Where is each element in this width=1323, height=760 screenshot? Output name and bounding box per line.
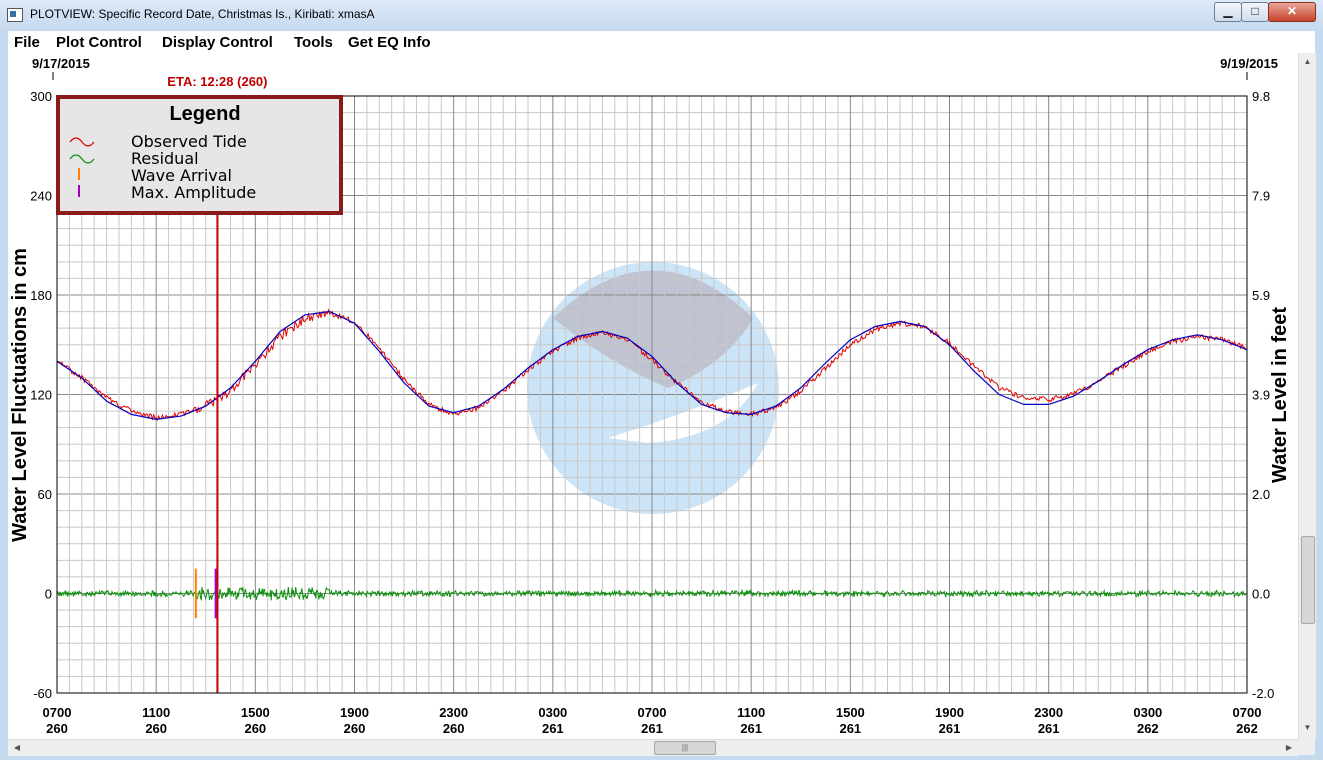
- y-tick-label-left: 0: [45, 587, 52, 602]
- x-tick-time-label: 2300: [1034, 705, 1063, 720]
- y-tick-label-left: 180: [30, 288, 52, 303]
- x-tick-time-label: 1500: [241, 705, 270, 720]
- x-tick-day-label: 261: [1038, 721, 1060, 736]
- menu-display-control[interactable]: Display Control: [162, 34, 273, 51]
- app-icon[interactable]: [7, 8, 23, 22]
- x-tick-day-label: 260: [244, 721, 266, 736]
- vertical-scrollbar[interactable]: ▲ ▼: [1298, 53, 1316, 739]
- y-tick-label-right: 7.9: [1252, 189, 1270, 204]
- minimize-button[interactable]: ▁: [1214, 2, 1242, 22]
- menu-plot-control[interactable]: Plot Control: [56, 34, 142, 51]
- y-tick-label-left: 120: [30, 388, 52, 403]
- x-tick-time-label: 1900: [935, 705, 964, 720]
- menu-get-eq-info[interactable]: Get EQ Info: [348, 34, 431, 51]
- size-grip[interactable]: [1298, 739, 1315, 755]
- x-tick-time-label: 0700: [43, 705, 72, 720]
- x-tick-day-label: 262: [1137, 721, 1159, 736]
- legend-label-max-amplitude: Max. Amplitude: [131, 183, 256, 202]
- x-tick-day-label: 260: [46, 721, 68, 736]
- x-tick-day-label: 261: [740, 721, 762, 736]
- x-tick-time-label: 1100: [142, 705, 170, 720]
- x-tick-day-label: 262: [1236, 721, 1258, 736]
- x-tick-time-label: 0700: [1233, 705, 1262, 720]
- x-tick-time-label: 0300: [1133, 705, 1162, 720]
- menu-bar: File Plot Control Display Control Tools …: [8, 31, 1315, 54]
- legend: Legend Observed Tide Residual Wave Arriv…: [58, 97, 341, 213]
- y-axis-label-right: Water Level in feet: [1269, 307, 1291, 483]
- horizontal-scrollbar[interactable]: ◀ ||| ▶: [8, 739, 1298, 756]
- x-tick-day-label: 261: [839, 721, 861, 736]
- maximize-button[interactable]: □: [1241, 2, 1269, 22]
- x-tick-time-label: 2300: [439, 705, 468, 720]
- x-tick-day-label: 261: [939, 721, 961, 736]
- x-tick-time-label: 1100: [737, 705, 765, 720]
- y-tick-label-left: -60: [33, 686, 52, 701]
- end-date-label: 9/19/2015: [1220, 56, 1278, 71]
- horizontal-scroll-thumb[interactable]: |||: [654, 741, 716, 755]
- scroll-down-arrow-icon[interactable]: ▼: [1299, 721, 1316, 735]
- legend-title: Legend: [169, 103, 240, 125]
- y-tick-label-left: 240: [30, 189, 52, 204]
- x-tick-day-label: 260: [443, 721, 465, 736]
- menu-file[interactable]: File: [14, 34, 40, 51]
- y-tick-label-right: 3.9: [1252, 388, 1270, 403]
- y-tick-label-right: 5.9: [1252, 288, 1270, 303]
- vertical-scroll-thumb[interactable]: [1301, 536, 1315, 624]
- x-tick-time-label: 1900: [340, 705, 369, 720]
- window-frame-left: [0, 31, 8, 760]
- x-tick-day-label: 260: [145, 721, 167, 736]
- x-tick-day-label: 261: [641, 721, 663, 736]
- start-date-label: 9/17/2015: [32, 56, 90, 71]
- eta-label: ETA: 12:28 (260): [167, 74, 267, 89]
- x-tick-time-label: 0700: [638, 705, 667, 720]
- y-tick-label-right: 0.0: [1252, 587, 1270, 602]
- x-tick-time-label: 0300: [538, 705, 567, 720]
- y-axis-label-left: Water Level Fluctuations in cm: [9, 248, 31, 542]
- window-title: PLOTVIEW: Specific Record Date, Christma…: [30, 7, 375, 21]
- tide-chart: 300 9.8 240 7.9 180 5.9 120 3.9 60 2.0 0 0.0 -60 -2.0…: [8, 53, 1298, 739]
- x-tick-day-label: 261: [542, 721, 564, 736]
- y-tick-label-right: -2.0: [1252, 686, 1274, 701]
- y-tick-label-left: 300: [30, 89, 52, 104]
- scroll-right-arrow-icon[interactable]: ▶: [1282, 740, 1296, 756]
- scroll-left-arrow-icon[interactable]: ◀: [10, 740, 24, 756]
- title-bar: PLOTVIEW: Specific Record Date, Christma…: [0, 0, 1323, 32]
- x-tick-time-label: 1500: [836, 705, 865, 720]
- y-tick-label-left: 60: [38, 487, 52, 502]
- menu-tools[interactable]: Tools: [294, 34, 333, 51]
- y-tick-label-right: 2.0: [1252, 487, 1270, 502]
- x-tick-day-label: 260: [344, 721, 366, 736]
- close-button[interactable]: ✕: [1268, 2, 1316, 22]
- scroll-up-arrow-icon[interactable]: ▲: [1299, 55, 1316, 69]
- y-tick-label-right: 9.8: [1252, 89, 1270, 104]
- window-frame-right: [1315, 31, 1323, 760]
- chart-area: 300 9.8 240 7.9 180 5.9 120 3.9 60 2.0 0 0.0 -60 -2.0…: [8, 53, 1298, 739]
